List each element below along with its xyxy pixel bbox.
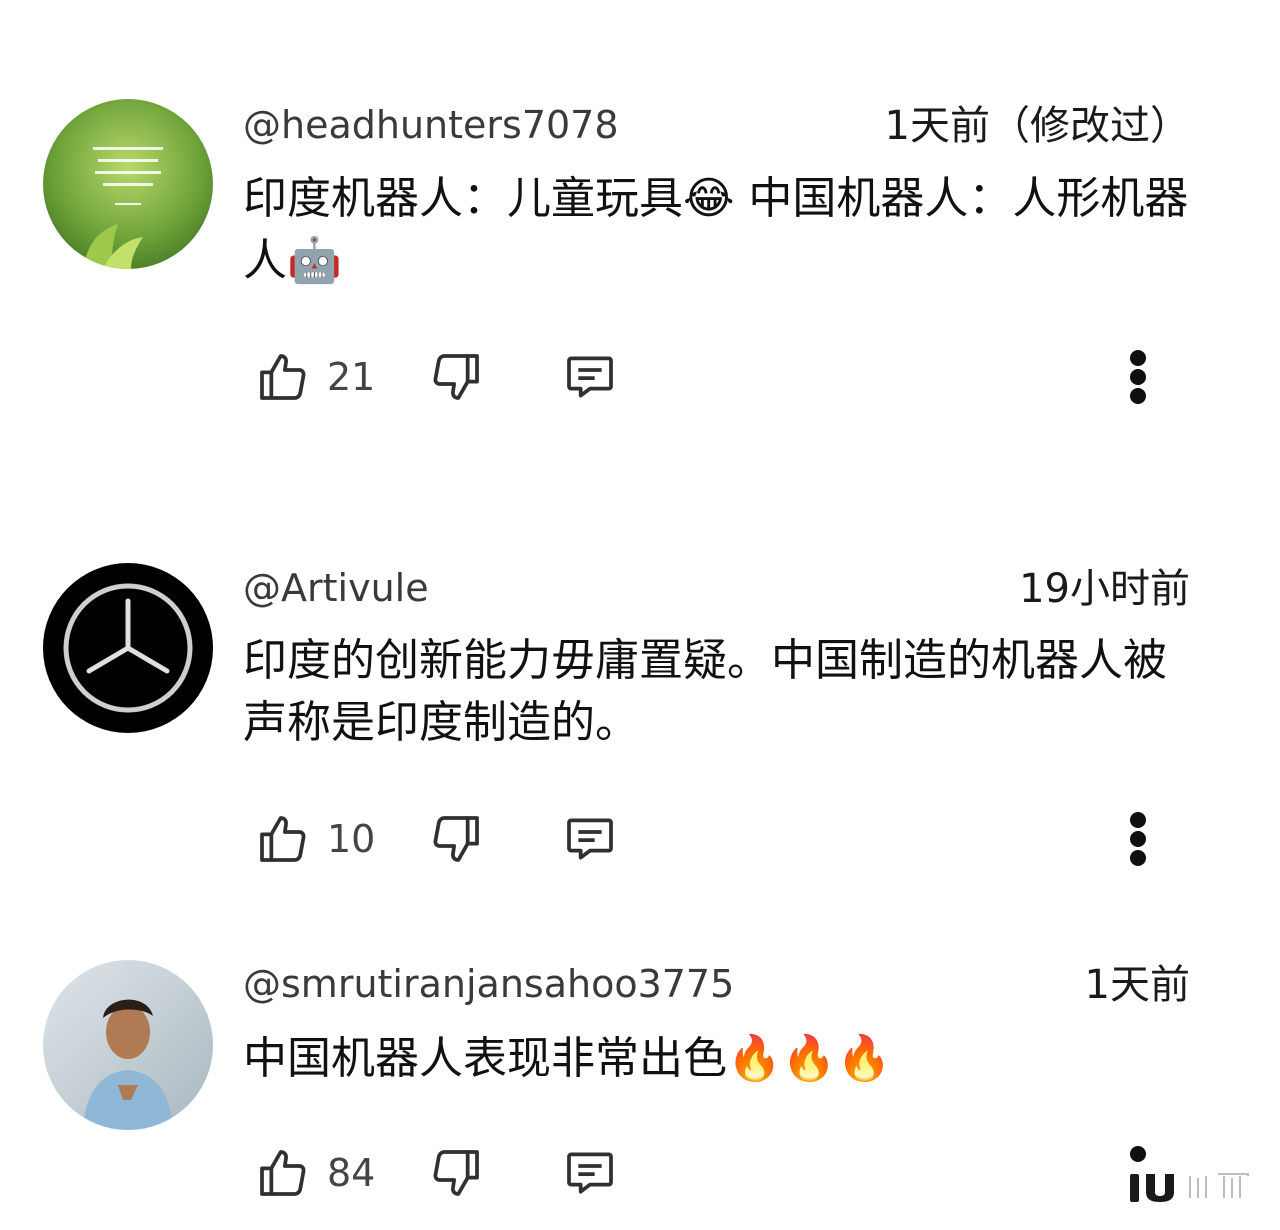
comment-author[interactable]: @smrutiranjansahoo3775: [243, 965, 734, 1003]
avatar[interactable]: [43, 960, 213, 1130]
watermark-logo: [1128, 1166, 1253, 1202]
thumbs-down-icon[interactable]: [428, 1145, 484, 1201]
like-count: 84: [327, 1151, 376, 1195]
comment-actions: 84: [0, 1138, 1280, 1208]
comment-text: 中国机器人表现非常出色🔥🔥🔥: [243, 1033, 892, 1084]
thumbs-up-icon[interactable]: [255, 1145, 311, 1201]
more-vertical-icon[interactable]: [1123, 1142, 1153, 1162]
reply-comment-icon[interactable]: [562, 1145, 618, 1201]
comment-item: @smrutiranjansahoo3775 1天前 中国机器人表现非常出色🔥🔥…: [0, 0, 1280, 1230]
comment-timestamp: 1天前: [1084, 962, 1190, 1008]
